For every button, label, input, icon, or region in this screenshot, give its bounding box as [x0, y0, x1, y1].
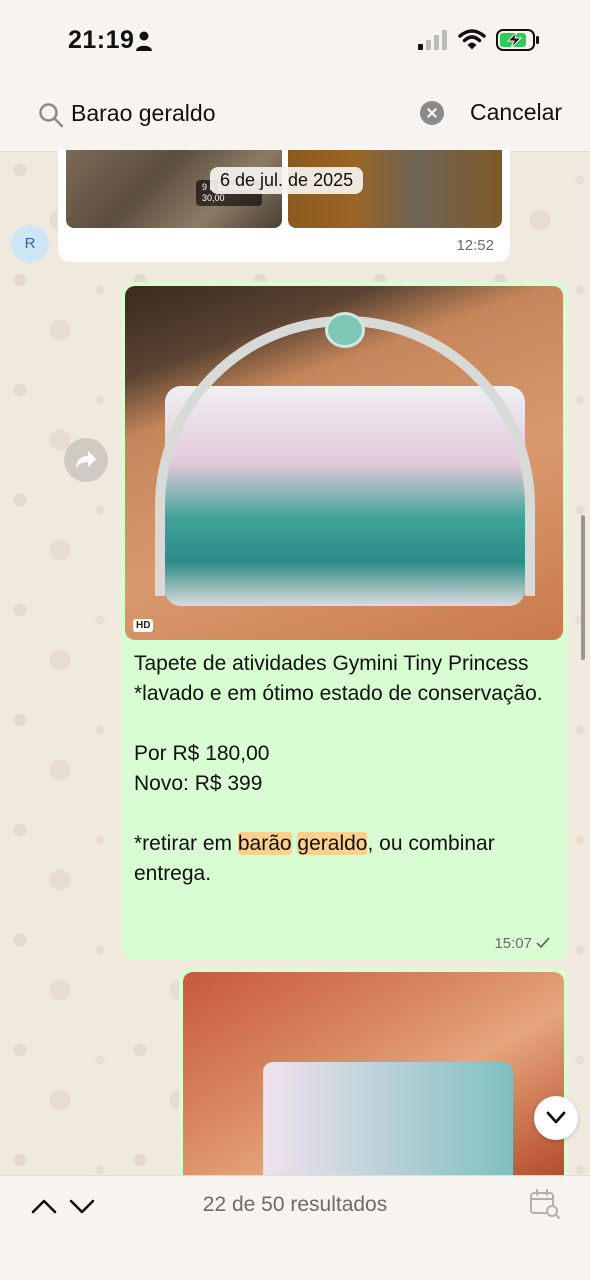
person-icon [136, 31, 152, 51]
hd-badge: HD [133, 619, 154, 632]
caption-condition: *lavado e em ótimo estado de conservação… [134, 682, 543, 705]
message-bubble[interactable] [179, 968, 568, 1178]
message-time: 15:07 [494, 935, 532, 952]
status-bar: 21:19 [0, 0, 590, 80]
thumbnail-tag-line: 30,00 [202, 193, 225, 203]
wifi-icon [458, 29, 486, 50]
message-photo[interactable]: HD [125, 286, 563, 640]
caption-new-price: Novo: R$ 399 [134, 772, 263, 795]
message-photo[interactable] [183, 972, 564, 1178]
caption-title: Tapete de atividades Gymini Tiny Princes… [134, 652, 529, 675]
clear-search-icon[interactable] [420, 101, 444, 125]
message-caption: Tapete de atividades Gymini Tiny Princes… [134, 649, 554, 889]
avatar[interactable]: R [11, 225, 49, 263]
status-time: 21:19 [68, 26, 135, 54]
search-icon [39, 103, 64, 128]
message-bubble[interactable]: HD Tapete de atividades Gymini Tiny Prin… [121, 282, 568, 960]
forward-icon [76, 451, 96, 469]
scroll-indicator[interactable] [581, 515, 585, 660]
forward-button[interactable] [64, 438, 108, 482]
photo-activity-mat [263, 1062, 513, 1178]
chevron-down-icon [546, 1111, 566, 1124]
search-highlight: geraldo [297, 832, 368, 855]
search-results-bar: 22 de 50 resultados [0, 1175, 590, 1280]
results-count: 22 de 50 resultados [202, 1193, 388, 1216]
cellular-signal-icon [418, 30, 447, 50]
calendar-search-icon[interactable] [529, 1188, 561, 1220]
search-bar: Barao geraldo Cancelar [0, 80, 590, 152]
search-highlight: barão [237, 832, 292, 855]
scroll-to-bottom-button[interactable] [534, 1096, 578, 1140]
battery-charging-icon [496, 29, 539, 51]
caption-pickup-prefix: *retirar em [134, 832, 238, 855]
photo-arch [155, 316, 535, 596]
sent-check-icon [536, 937, 550, 949]
message-time: 12:52 [456, 237, 494, 254]
photo-hub [325, 312, 365, 348]
caption-price: Por R$ 180,00 [134, 742, 270, 765]
date-separator: 6 de jul. de 2025 [210, 167, 364, 194]
search-input[interactable]: Barao geraldo [71, 100, 216, 127]
cancel-button[interactable]: Cancelar [470, 99, 562, 126]
